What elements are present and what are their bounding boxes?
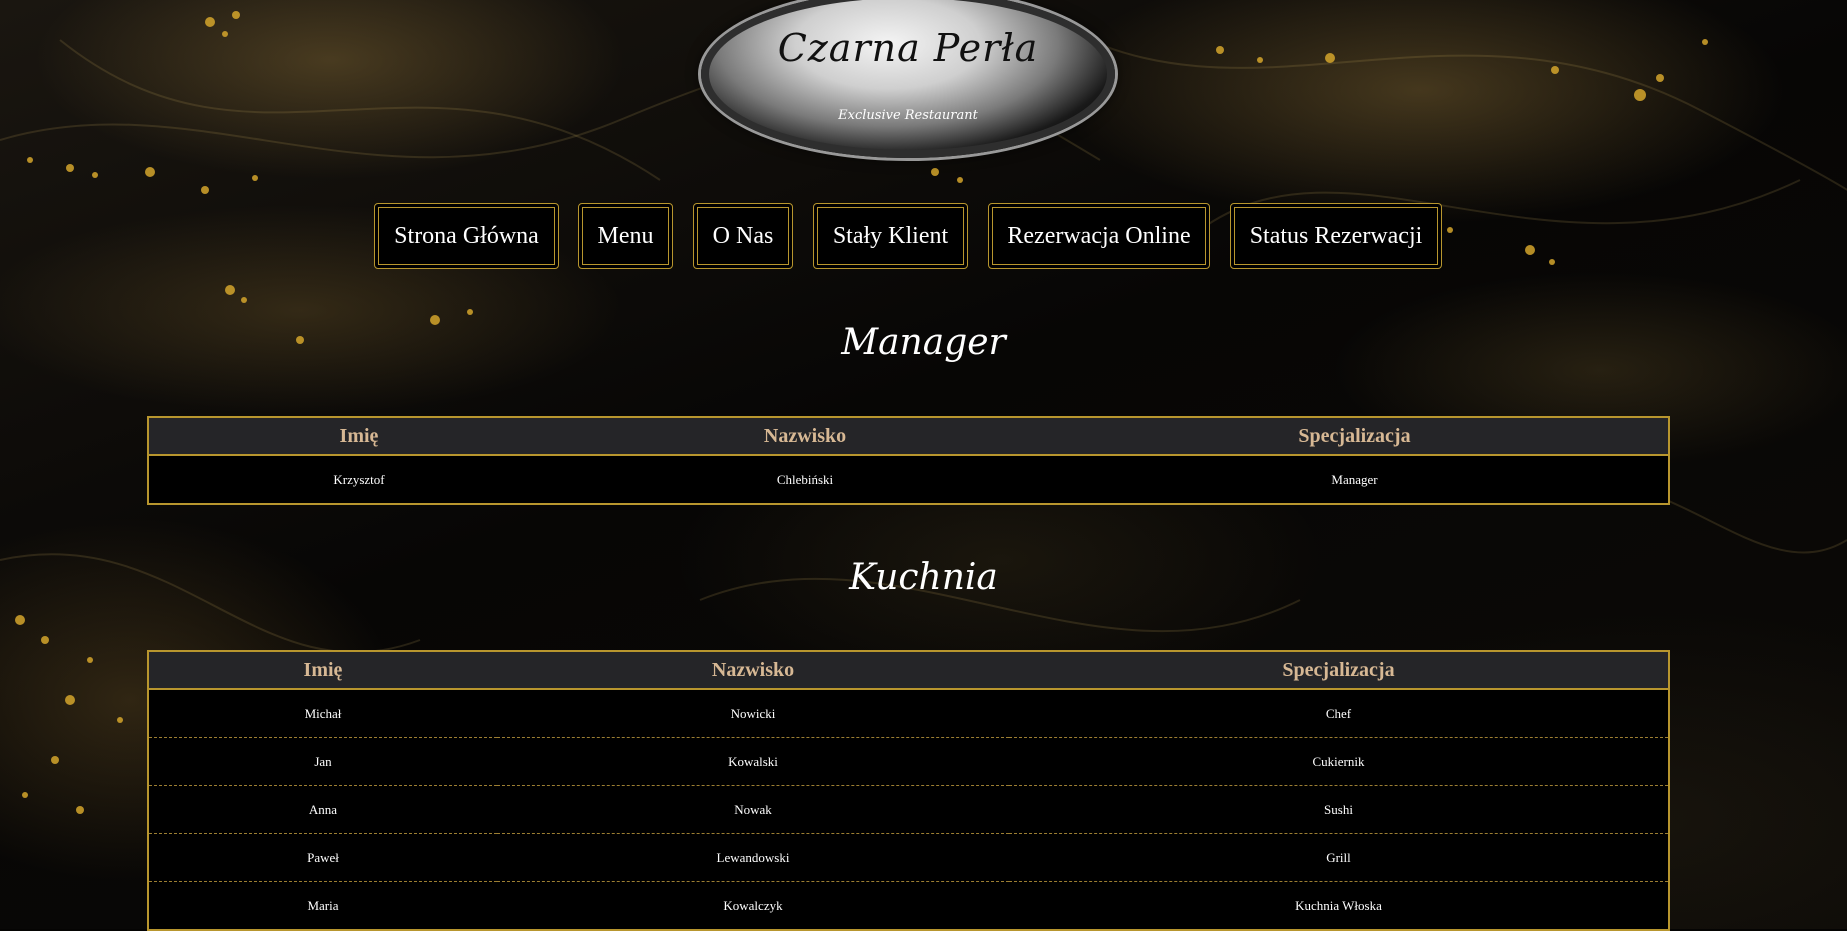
cell-specialization: Kuchnia Włoska [1009, 881, 1669, 930]
nav-about-button[interactable]: O Nas [693, 203, 793, 269]
cell-specialization: Chef [1325, 705, 1352, 721]
cell-last-name: Kowalski [497, 737, 1009, 786]
manager-table: Imię Nazwisko Specjalizacja Krzysztof Ch… [147, 416, 1670, 505]
table-row: Paweł Lewandowski Grill [148, 833, 1669, 882]
kitchen-section-title: Kuchnia [849, 557, 998, 598]
table-row: Anna Nowak Sushi [148, 785, 1669, 834]
cell-last-name: Chlebiński [776, 471, 834, 487]
cell-first-name: Paweł [148, 833, 497, 882]
logo-subtitle: Exclusive Restaurant [838, 108, 978, 123]
cell-specialization: Grill [1009, 833, 1669, 882]
logo-title: Czarna Perła [777, 26, 1039, 70]
table-row: Michał Nowicki Chef [148, 689, 1669, 738]
nav-home-button[interactable]: Strona Główna [374, 203, 559, 269]
table-row: Krzysztof Chlebiński Manager [148, 455, 1669, 504]
column-header-first-name: Imię [148, 651, 497, 690]
restaurant-logo[interactable]: Czarna Perła Exclusive Restaurant [701, 0, 1115, 158]
column-header-last-name: Nazwisko [569, 417, 1041, 456]
cell-specialization: Sushi [1009, 785, 1669, 834]
column-header-last-name: Nazwisko [497, 651, 1009, 690]
cell-first-name: Anna [148, 785, 497, 834]
cell-first-name: Krzysztof [333, 471, 385, 487]
cell-last-name: Kowalczyk [497, 881, 1009, 930]
cell-first-name: Maria [148, 881, 497, 930]
manager-section-title: Manager [841, 322, 1006, 363]
cell-specialization: Manager [1331, 471, 1378, 487]
column-header-specialization: Specjalizacja [1041, 417, 1669, 456]
cell-last-name: Nowak [497, 785, 1009, 834]
cell-specialization: Cukiernik [1009, 737, 1669, 786]
table-row: Jan Kowalski Cukiernik [148, 737, 1669, 786]
column-header-specialization: Specjalizacja [1009, 651, 1669, 690]
cell-first-name: Jan [148, 737, 497, 786]
column-header-first-name: Imię [148, 417, 569, 456]
table-row: Maria Kowalczyk Kuchnia Włoska [148, 881, 1669, 930]
cell-last-name: Nowicki [730, 705, 776, 721]
nav-reservation-status-button[interactable]: Status Rezerwacji [1230, 203, 1442, 269]
main-navigation: Strona Główna Menu O Nas Stały Klient Re… [0, 203, 1847, 269]
nav-regular-client-button[interactable]: Stały Klient [813, 203, 968, 269]
cell-last-name: Lewandowski [497, 833, 1009, 882]
cell-first-name: Michał [304, 705, 342, 721]
kitchen-table: Imię Nazwisko Specjalizacja Michał Nowic… [147, 650, 1670, 931]
nav-menu-button[interactable]: Menu [578, 203, 673, 269]
nav-online-reservation-button[interactable]: Rezerwacja Online [988, 203, 1210, 269]
